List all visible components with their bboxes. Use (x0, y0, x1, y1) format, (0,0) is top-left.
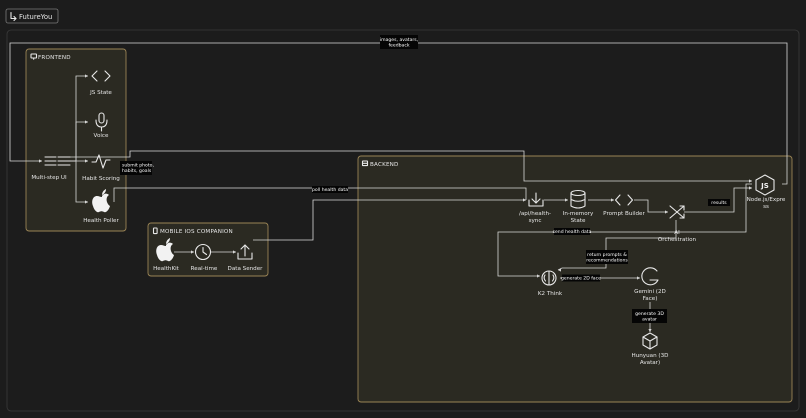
svg-text:AI: AI (674, 230, 680, 236)
svg-text:send health data: send health data (553, 229, 592, 235)
svg-text:poll health data: poll health data (312, 187, 348, 193)
edge-label-gen2d: generate 2D face (561, 274, 601, 282)
svg-text:Data Sender: Data Sender (228, 266, 264, 272)
group-label-mobile: MOBILE IOS COMPANION (160, 229, 233, 235)
svg-text:Face): Face) (643, 296, 658, 302)
svg-text:submit photo,: submit photo, (122, 163, 154, 169)
svg-text:images, avatars,: images, avatars, (380, 37, 419, 43)
edge-label-poll: poll health data (312, 186, 348, 193)
group-label-frontend: FRONTEND (38, 55, 71, 61)
svg-text:sync: sync (529, 218, 542, 224)
edge-label-results: results (708, 199, 730, 206)
svg-text:Avatar): Avatar) (640, 360, 660, 366)
svg-text:Voice: Voice (94, 133, 109, 139)
svg-text:Orchestration: Orchestration (658, 237, 697, 243)
architecture-diagram: FutureYou FRONTEND MOBILE IOS COMPANION … (0, 0, 806, 418)
title-chip[interactable]: FutureYou (5, 8, 59, 24)
svg-text:JS: JS (760, 182, 769, 190)
svg-text:In-memory: In-memory (563, 211, 594, 217)
group-label-backend: BACKEND (370, 162, 399, 168)
svg-text:Health Poller: Health Poller (83, 218, 119, 224)
svg-text:recommendations: recommendations (586, 258, 628, 264)
edge-label-send: send health data (553, 228, 592, 235)
svg-text:return prompts &: return prompts & (587, 252, 627, 258)
svg-text:generate 2D face: generate 2D face (561, 276, 601, 282)
edge-label-images: images, avatars, feedback (380, 35, 419, 49)
edge-label-gen3d: generate 3D avatar (632, 309, 667, 323)
svg-text:JS State: JS State (89, 90, 112, 96)
page-title: FutureYou (19, 13, 52, 21)
svg-text:habits, goals: habits, goals (122, 168, 152, 174)
svg-text:generate 3D: generate 3D (635, 311, 664, 317)
svg-text:feedback: feedback (388, 43, 409, 49)
svg-text:avatar: avatar (642, 317, 657, 323)
svg-text:results: results (711, 200, 727, 206)
svg-text:Node.js/Expre: Node.js/Expre (747, 197, 786, 203)
svg-text:State: State (571, 218, 586, 224)
svg-text:/api/health-: /api/health- (519, 211, 551, 217)
svg-text:Gemini (2D: Gemini (2D (634, 289, 666, 295)
svg-text:K2 Think: K2 Think (538, 291, 563, 297)
svg-text:Hunyuan (3D: Hunyuan (3D (632, 353, 669, 359)
brain-icon (541, 270, 557, 286)
svg-text:Prompt Builder: Prompt Builder (603, 211, 645, 217)
svg-text:Real-time: Real-time (191, 266, 218, 272)
diagram-canvas: FutureYou FRONTEND MOBILE IOS COMPANION … (5, 8, 800, 412)
svg-text:Habit Scoring: Habit Scoring (82, 176, 120, 182)
svg-text:HealthKit: HealthKit (153, 266, 180, 272)
svg-text:ss: ss (763, 204, 769, 210)
edge-label-submit: submit photo, habits, goals (120, 161, 154, 175)
edge-label-return: return prompts & recommendations (586, 250, 628, 264)
svg-text:Multi-step UI: Multi-step UI (31, 175, 67, 181)
